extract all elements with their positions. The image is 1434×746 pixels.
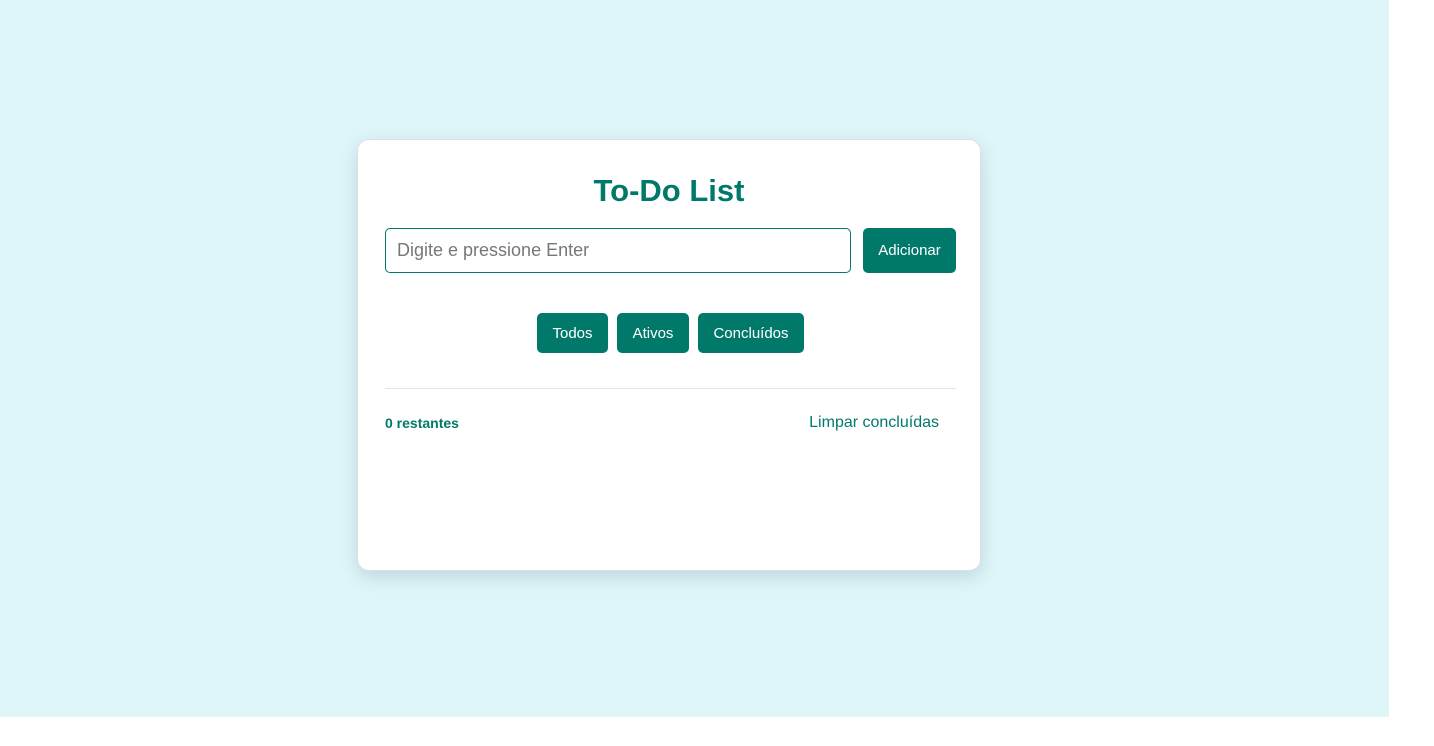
filter-completed-button[interactable]: Concluídos [698, 313, 804, 353]
clear-completed-button[interactable]: Limpar concluídas [809, 414, 939, 432]
divider [385, 388, 956, 389]
filter-active-button[interactable]: Ativos [617, 313, 689, 353]
todo-card: To-Do List Adicionar Todos Ativos Conclu… [357, 139, 981, 571]
filter-all-button[interactable]: Todos [537, 313, 608, 353]
app-background: To-Do List Adicionar Todos Ativos Conclu… [0, 0, 1389, 717]
new-task-input[interactable] [385, 228, 851, 273]
page-title: To-Do List [593, 173, 745, 208]
add-task-button[interactable]: Adicionar [863, 228, 956, 273]
remaining-count: 0 restantes [385, 415, 459, 431]
